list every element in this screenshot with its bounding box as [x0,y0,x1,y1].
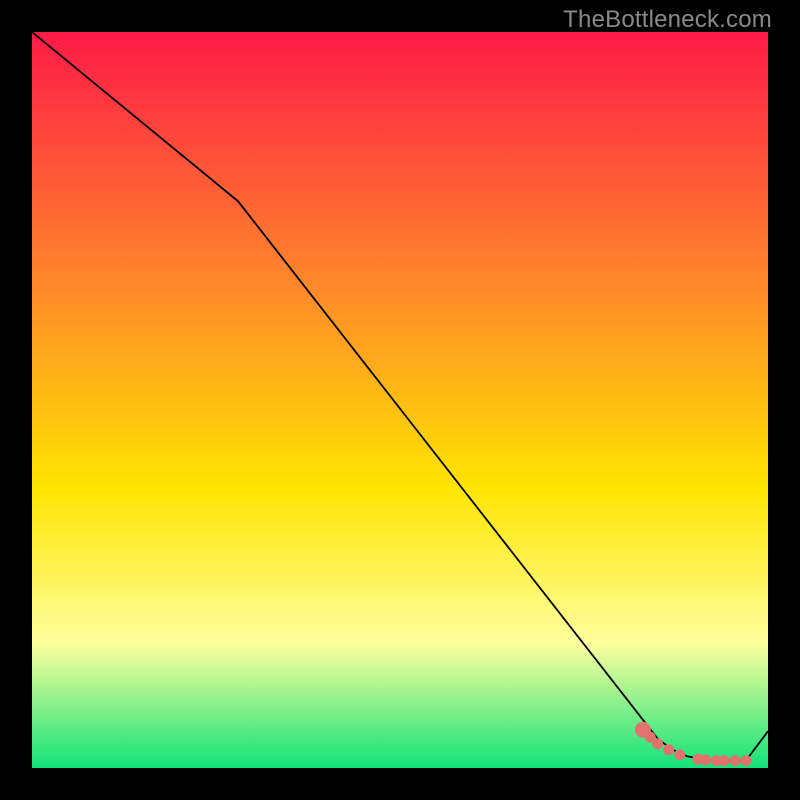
marker-point [652,738,663,749]
plot-area [32,32,768,768]
marker-point [700,754,711,765]
chart-svg [32,32,768,768]
marker-point [663,744,674,755]
marker-point [718,755,729,766]
chart-frame: TheBottleneck.com [0,0,800,800]
gradient-background [32,32,768,768]
marker-point [729,755,740,766]
marker-point [740,755,751,766]
watermark-text: TheBottleneck.com [563,6,772,34]
marker-point [674,749,685,760]
